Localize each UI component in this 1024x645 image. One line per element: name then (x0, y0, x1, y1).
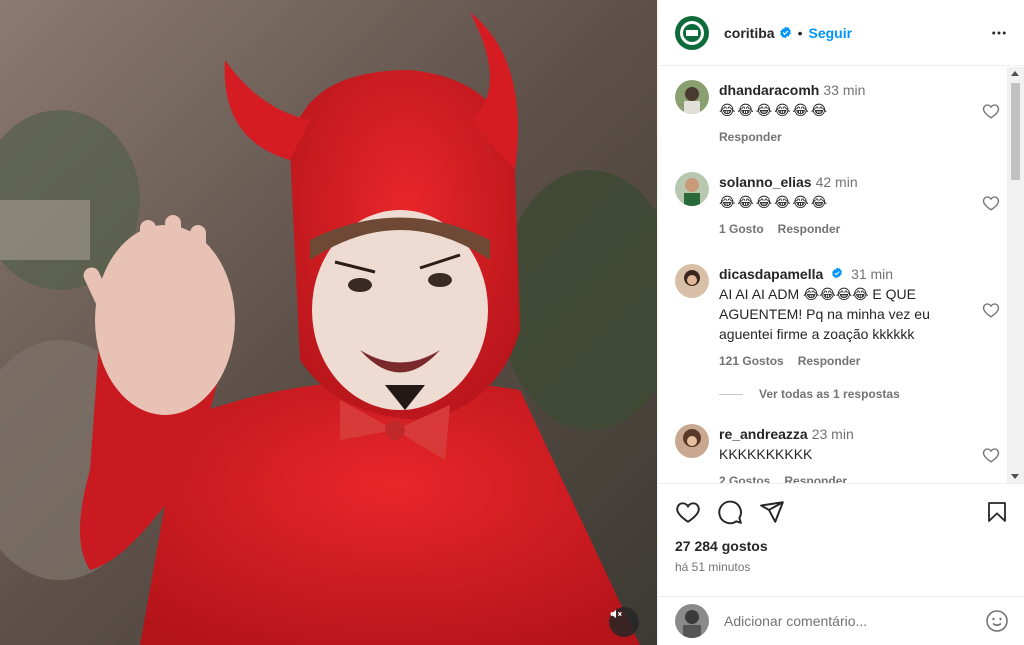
replies-divider (719, 393, 743, 395)
follow-button[interactable]: Seguir (808, 25, 852, 41)
post-actions: 27 284 gostos há 51 minutos (658, 483, 1024, 574)
emoji-icon[interactable] (985, 609, 1009, 633)
comment-like-icon[interactable] (982, 194, 1000, 217)
comments-list[interactable]: dhandaracomh 33 min 😂😂😂😂😂😂 Responder sola… (658, 67, 1024, 483)
commenter-username[interactable]: dhandaracomh (719, 82, 819, 98)
comment-time[interactable]: 23 min (812, 426, 854, 442)
reply-button[interactable]: Responder (798, 354, 861, 368)
view-replies-button[interactable]: Ver todas as 1 respostas (719, 387, 900, 401)
commenter-username[interactable]: dicasdapamella (719, 266, 823, 282)
commenter-avatar[interactable] (675, 80, 709, 114)
reply-button[interactable]: Responder (719, 130, 782, 144)
likes-count[interactable]: 27 284 gostos (675, 538, 1009, 554)
commenter-username[interactable]: solanno_elias (719, 174, 812, 190)
comment-time[interactable]: 31 min (851, 266, 893, 282)
comment-likes-count[interactable]: 1 Gosto (719, 222, 764, 236)
commenter-avatar[interactable] (675, 172, 709, 206)
comment-text: 😂😂😂😂😂😂 (719, 102, 830, 118)
mute-button[interactable] (609, 607, 639, 637)
comment-text: KKKKKKKKKK (719, 446, 813, 462)
reply-button[interactable]: Responder (784, 474, 847, 483)
club-crest-icon (680, 20, 704, 45)
comment-like-icon[interactable] (982, 301, 1000, 324)
add-comment-bar (658, 596, 1024, 645)
comment-likes-count[interactable]: 2 Gostos (719, 474, 770, 483)
more-options-icon[interactable] (990, 24, 1008, 42)
post-header: coritiba • Seguir (658, 0, 1024, 66)
scroll-down-arrow-icon[interactable] (1011, 474, 1019, 479)
comment-like-icon[interactable] (982, 102, 1000, 125)
post-dialog: coritiba • Seguir dhandaracomh 33 min 😂😂… (0, 0, 1024, 645)
comment-input[interactable] (724, 613, 954, 629)
verified-badge-icon (831, 267, 843, 279)
bookmark-icon[interactable] (985, 499, 1009, 525)
comment-icon[interactable] (717, 499, 743, 525)
comment-time[interactable]: 42 min (816, 174, 858, 190)
like-heart-icon[interactable] (675, 499, 701, 525)
post-timestamp[interactable]: há 51 minutos (675, 560, 1009, 574)
commenter-username[interactable]: re_andreazza (719, 426, 808, 442)
comment-likes-count[interactable]: 121 Gostos (719, 354, 784, 368)
commenter-avatar[interactable] (675, 424, 709, 458)
comment-time[interactable]: 33 min (823, 82, 865, 98)
commenter-avatar[interactable] (675, 264, 709, 298)
video-frame-image (0, 0, 657, 645)
scroll-thumb[interactable] (1011, 83, 1020, 180)
comment-text: 😂😂😂😂😂😂 (719, 194, 830, 210)
share-icon[interactable] (759, 499, 785, 525)
view-replies-label: Ver todas as 1 respostas (759, 387, 900, 401)
comment-like-icon[interactable] (982, 446, 1000, 469)
mute-icon (610, 609, 622, 619)
separator-dot: • (797, 24, 803, 41)
comments-scrollbar[interactable] (1007, 67, 1024, 483)
scroll-up-arrow-icon[interactable] (1011, 71, 1019, 76)
comment-text: AI AI AI ADM 😂😂😂😂 E QUE AGUENTEM! Pq na … (719, 286, 930, 342)
reply-button[interactable]: Responder (778, 222, 841, 236)
post-author-username[interactable]: coritiba (724, 25, 775, 41)
post-video[interactable] (0, 0, 657, 645)
verified-badge-icon (779, 26, 792, 39)
post-side-panel: coritiba • Seguir dhandaracomh 33 min 😂😂… (657, 0, 1024, 645)
my-avatar (675, 604, 709, 638)
coritiba-avatar[interactable] (675, 15, 709, 50)
